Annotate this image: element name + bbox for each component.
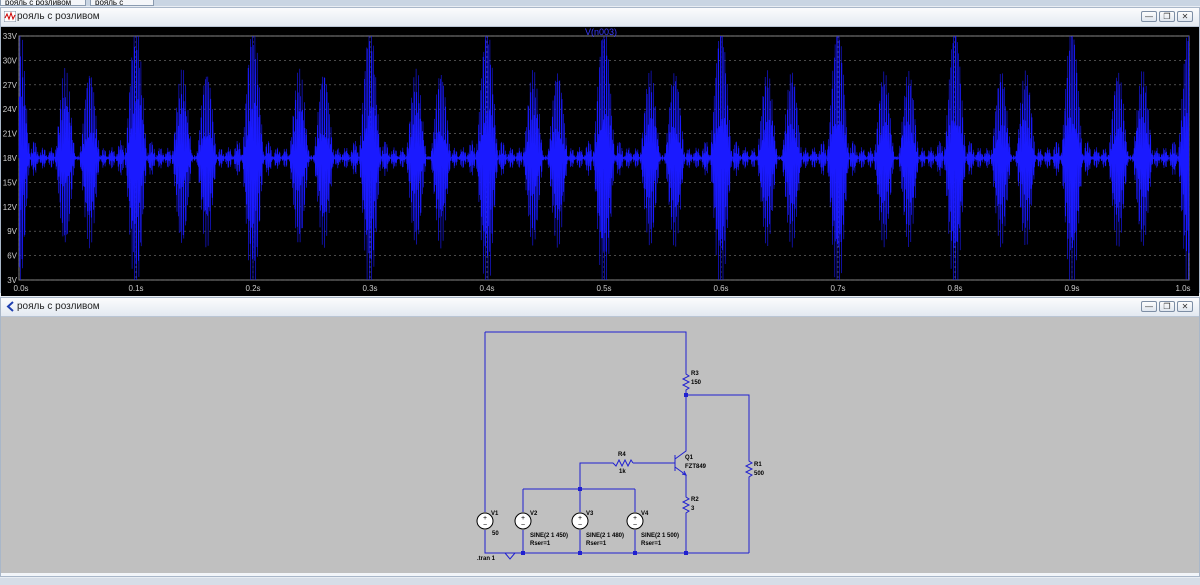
plot-window: рояль с розливом — ❐ ✕ 3V 6V 9V 12V 15V 18V 21… — [0, 7, 1200, 296]
r4-value: 1k — [619, 469, 626, 475]
v2-ref: V2 — [530, 511, 538, 517]
tab-schematic[interactable]: рояль с розливом — [90, 0, 154, 6]
x-tick-label: 0.1s — [128, 284, 143, 293]
svg-text:+: + — [483, 515, 487, 522]
r3-ref: R3 — [691, 371, 699, 377]
v2-rser: Rser=1 — [530, 541, 551, 547]
minimize-button[interactable]: — — [1141, 11, 1157, 22]
chart-title[interactable]: V(n003) — [585, 27, 617, 37]
v4-value: SINE(2 1 500) — [641, 533, 679, 539]
v1-ref: V1 — [491, 511, 499, 517]
q1-value: FZT849 — [685, 464, 707, 470]
x-tick-label: 0.2s — [245, 284, 260, 293]
r3-value: 150 — [691, 380, 702, 386]
svg-text:+: + — [578, 515, 582, 522]
svg-text:−: − — [483, 522, 487, 529]
svg-text:+: + — [521, 515, 525, 522]
r1-ref: R1 — [754, 462, 762, 468]
x-tick-label: 0.0s — [13, 284, 28, 293]
r4-ref: R4 — [618, 452, 626, 458]
schematic-titlebar: рояль с розливом — ❐ ✕ — [1, 298, 1199, 317]
r2-value: 3 — [691, 506, 695, 512]
x-tick-label: 0.9s — [1064, 284, 1079, 293]
tab-strip: рояль с розливом рояль с розливом — [0, 0, 1200, 6]
x-tick-label: 0.6s — [713, 284, 728, 293]
y-tick-label: 27V — [3, 81, 18, 90]
v3-rser: Rser=1 — [586, 541, 607, 547]
restore-button[interactable]: ❐ — [1159, 301, 1175, 312]
tran-directive[interactable]: .tran 1 — [477, 556, 496, 562]
schematic-window: рояль с розливом — ❐ ✕ + − + ~ + ~ + ~ R… — [0, 297, 1200, 577]
close-button[interactable]: ✕ — [1177, 11, 1193, 22]
minimize-button[interactable]: — — [1141, 301, 1157, 312]
waveform-chart[interactable]: 3V6V9V12V15V18V21V24V27V30V33V 0.0s 0.1s 0… — [1, 27, 1199, 296]
x-tick-label: 0.5s — [596, 284, 611, 293]
x-tick-label: 0.4s — [479, 284, 494, 293]
v3-ref: V3 — [586, 511, 594, 517]
y-tick-label: 21V — [3, 130, 18, 139]
y-tick-label: 12V — [3, 203, 18, 212]
plot-window-title: рояль с розливом — [17, 11, 100, 22]
series-trace — [18, 35, 1190, 281]
y-tick-label: 6V — [7, 252, 17, 261]
v4-rser: Rser=1 — [641, 541, 662, 547]
svg-text:+: + — [633, 515, 637, 522]
y-tick-label: 18V — [3, 154, 18, 163]
y-tick-label: 9V — [7, 227, 17, 236]
q1-ref: Q1 — [685, 455, 694, 461]
v1-value: 50 — [492, 531, 499, 537]
ltspice-icon — [6, 301, 14, 312]
y-tick-label: 30V — [3, 56, 18, 65]
x-tick-label: 0.7s — [830, 284, 845, 293]
r1-value: 500 — [754, 471, 765, 477]
close-button[interactable]: ✕ — [1177, 301, 1193, 312]
status-bar — [0, 578, 1200, 585]
schematic-drawing[interactable]: +− +~ +~ +~ R3 150 R1 500 R4 1k Q1 FZT84… — [1, 317, 1199, 573]
x-tick-label: 0.8s — [947, 284, 962, 293]
schematic-canvas[interactable]: + − + ~ + ~ + ~ R3 150 R1 500 R4 1k Q1 F… — [1, 317, 1199, 573]
v3-value: SINE(2 1 480) — [586, 533, 624, 539]
y-tick-label: 15V — [3, 178, 18, 187]
tab-plot[interactable]: рояль с розливом — [0, 0, 86, 6]
v4-ref: V4 — [641, 511, 649, 517]
restore-button[interactable]: ❐ — [1159, 11, 1175, 22]
r2-ref: R2 — [691, 497, 699, 503]
schematic-window-title: рояль с розливом — [17, 301, 100, 312]
svg-text:~: ~ — [633, 522, 637, 529]
x-tick-label: 0.3s — [362, 284, 377, 293]
v2-value: SINE(2 1 450) — [530, 533, 568, 539]
y-tick-label: 33V — [3, 32, 18, 41]
plot-area[interactable]: 3V 6V 9V 12V 15V 18V 21V 24V 27V 30V 33V 0.0s 0.1s 0… — [1, 27, 1199, 296]
svg-text:~: ~ — [578, 522, 582, 529]
plot-titlebar: рояль с розливом — ❐ ✕ — [1, 8, 1199, 27]
y-tick-label: 24V — [3, 105, 18, 114]
svg-text:~: ~ — [521, 522, 525, 529]
waveform-icon — [4, 11, 16, 22]
x-tick-label: 1.0s — [1175, 284, 1190, 293]
